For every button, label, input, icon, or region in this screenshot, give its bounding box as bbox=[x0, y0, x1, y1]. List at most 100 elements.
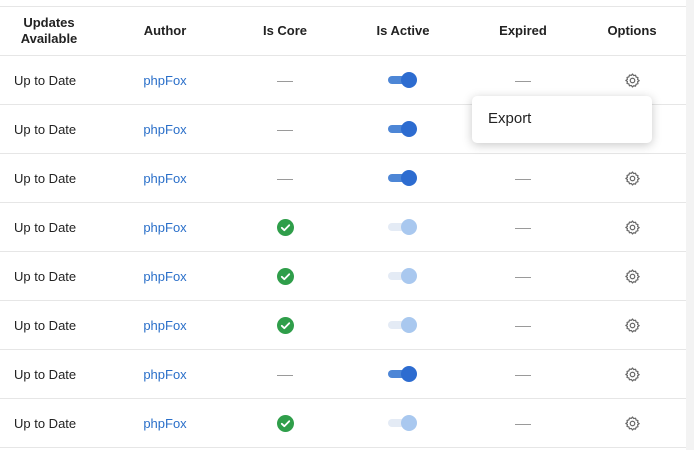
table-row: Up to Date phpFox bbox=[0, 300, 686, 350]
expired-cell bbox=[468, 251, 578, 301]
author-cell: phpFox bbox=[98, 398, 232, 448]
toggle-knob bbox=[401, 72, 417, 88]
col-updates-available: Updates Available bbox=[0, 7, 98, 56]
author-link[interactable]: phpFox bbox=[143, 171, 186, 186]
expired-cell bbox=[468, 398, 578, 448]
dash-icon bbox=[277, 129, 293, 131]
table-header-row: Updates Available Author Is Core Is Acti… bbox=[0, 7, 686, 56]
dash-icon bbox=[515, 80, 531, 82]
dash-icon bbox=[277, 80, 293, 82]
is-active-cell bbox=[338, 398, 468, 448]
is-active-cell bbox=[338, 349, 468, 399]
options-cell bbox=[578, 202, 686, 252]
dash-icon bbox=[277, 178, 293, 180]
is-active-cell bbox=[338, 104, 468, 154]
active-toggle-on[interactable] bbox=[388, 169, 418, 187]
table-row: Up to Date phpFox bbox=[0, 349, 686, 399]
is-core-cell bbox=[232, 251, 338, 301]
toggle-knob bbox=[401, 268, 417, 284]
is-core-cell bbox=[232, 349, 338, 399]
update-status: Up to Date bbox=[0, 153, 98, 203]
menu-item-export[interactable]: Export bbox=[488, 110, 531, 127]
dash-icon bbox=[515, 227, 531, 229]
toggle-knob bbox=[401, 219, 417, 235]
update-status: Up to Date bbox=[0, 251, 98, 301]
check-circle-icon bbox=[276, 218, 294, 236]
author-link[interactable]: phpFox bbox=[143, 318, 186, 333]
is-active-cell bbox=[338, 251, 468, 301]
options-cell bbox=[578, 251, 686, 301]
col-is-active: Is Active bbox=[338, 7, 468, 56]
table-row: Up to Date phpFox bbox=[0, 251, 686, 301]
expired-cell bbox=[468, 349, 578, 399]
check-circle-icon bbox=[276, 316, 294, 334]
author-cell: phpFox bbox=[98, 251, 232, 301]
author-cell: phpFox bbox=[98, 300, 232, 350]
toggle-knob bbox=[401, 415, 417, 431]
author-cell: phpFox bbox=[98, 153, 232, 203]
gear-icon[interactable] bbox=[624, 72, 641, 89]
col-is-core: Is Core bbox=[232, 7, 338, 56]
update-status: Up to Date bbox=[0, 300, 98, 350]
col-author: Author bbox=[98, 7, 232, 56]
active-toggle-on[interactable] bbox=[388, 365, 418, 383]
gear-icon[interactable] bbox=[624, 366, 641, 383]
expired-cell bbox=[468, 202, 578, 252]
toggle-knob bbox=[401, 366, 417, 382]
update-status: Up to Date bbox=[0, 398, 98, 448]
update-status: Up to Date bbox=[0, 55, 98, 105]
toggle-knob bbox=[401, 121, 417, 137]
author-link[interactable]: phpFox bbox=[143, 269, 186, 284]
options-cell bbox=[578, 153, 686, 203]
active-toggle-off[interactable] bbox=[388, 218, 418, 236]
col-updates-available-label: Updates Available bbox=[20, 15, 78, 46]
is-active-cell bbox=[338, 202, 468, 252]
gear-icon[interactable] bbox=[624, 268, 641, 285]
active-toggle-on[interactable] bbox=[388, 71, 418, 89]
col-expired: Expired bbox=[468, 7, 578, 56]
is-core-cell bbox=[232, 202, 338, 252]
gear-icon[interactable] bbox=[624, 317, 641, 334]
active-toggle-off[interactable] bbox=[388, 316, 418, 334]
toggle-knob bbox=[401, 170, 417, 186]
author-cell: phpFox bbox=[98, 104, 232, 154]
is-active-cell bbox=[338, 300, 468, 350]
is-core-cell bbox=[232, 300, 338, 350]
update-status: Up to Date bbox=[0, 202, 98, 252]
table-row: Up to Date phpFox bbox=[0, 153, 686, 203]
options-cell bbox=[578, 398, 686, 448]
gear-icon[interactable] bbox=[624, 415, 641, 432]
update-status: Up to Date bbox=[0, 104, 98, 154]
apps-table: Updates Available Author Is Core Is Acti… bbox=[0, 7, 686, 448]
check-circle-icon bbox=[276, 267, 294, 285]
author-link[interactable]: phpFox bbox=[143, 73, 186, 88]
active-toggle-on[interactable] bbox=[388, 120, 418, 138]
author-link[interactable]: phpFox bbox=[143, 122, 186, 137]
dash-icon bbox=[515, 276, 531, 278]
dash-icon bbox=[515, 423, 531, 425]
update-status: Up to Date bbox=[0, 349, 98, 399]
author-link[interactable]: phpFox bbox=[143, 220, 186, 235]
expired-cell bbox=[468, 153, 578, 203]
active-toggle-off[interactable] bbox=[388, 267, 418, 285]
table-row: Up to Date phpFox bbox=[0, 398, 686, 448]
is-core-cell bbox=[232, 104, 338, 154]
is-active-cell bbox=[338, 153, 468, 203]
active-toggle-off[interactable] bbox=[388, 414, 418, 432]
author-link[interactable]: phpFox bbox=[143, 416, 186, 431]
dash-icon bbox=[515, 178, 531, 180]
is-active-cell bbox=[338, 55, 468, 105]
dash-icon bbox=[515, 374, 531, 376]
options-cell bbox=[578, 349, 686, 399]
table-row: Up to Date phpFox bbox=[0, 202, 686, 252]
gear-icon[interactable] bbox=[624, 170, 641, 187]
options-dropdown-menu: Export bbox=[472, 96, 652, 143]
author-cell: phpFox bbox=[98, 202, 232, 252]
gear-icon[interactable] bbox=[624, 219, 641, 236]
dash-icon bbox=[515, 325, 531, 327]
is-core-cell bbox=[232, 398, 338, 448]
col-options: Options bbox=[578, 7, 686, 56]
is-core-cell bbox=[232, 55, 338, 105]
dash-icon bbox=[277, 374, 293, 376]
author-link[interactable]: phpFox bbox=[143, 367, 186, 382]
